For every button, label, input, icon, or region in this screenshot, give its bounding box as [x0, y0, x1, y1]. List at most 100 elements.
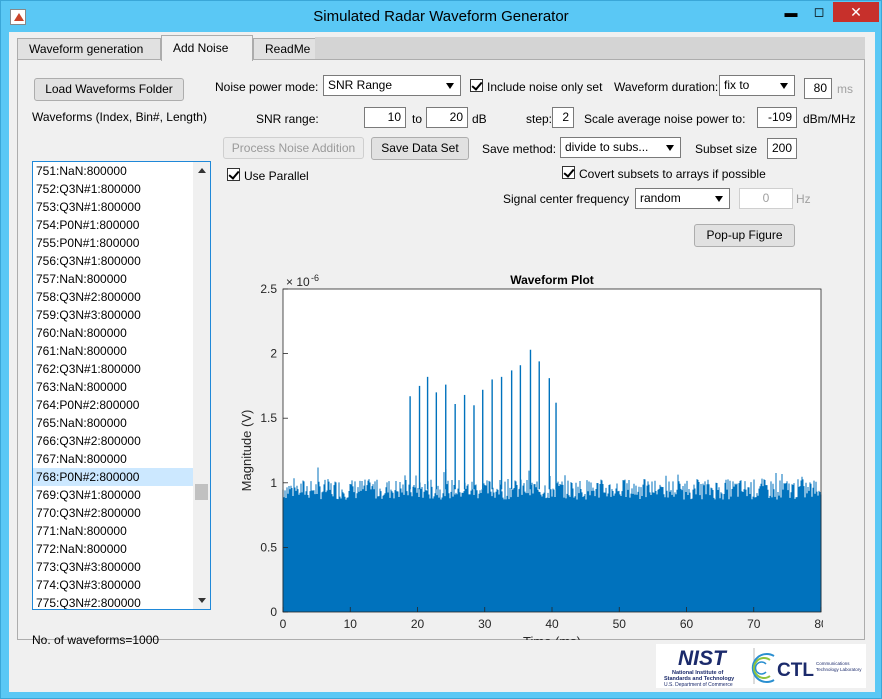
waveform-duration-value: fix to	[724, 78, 750, 92]
y-axis-exponent-power: -6	[311, 273, 319, 283]
snr-to-input[interactable]: 20	[426, 107, 468, 128]
y-tick-label: 0.5	[260, 540, 277, 554]
tab-bar-filler	[315, 37, 865, 59]
waveform-list-item[interactable]: 774:Q3N#3:800000	[33, 576, 193, 594]
noise-power-mode-label: Noise power mode:	[215, 80, 319, 94]
include-noise-only-checkbox[interactable]	[470, 79, 483, 92]
waveform-list-item[interactable]: 765:NaN:800000	[33, 414, 193, 432]
save-data-set-button[interactable]: Save Data Set	[371, 137, 469, 160]
waveform-list-item[interactable]: 768:P0N#2:800000	[33, 468, 193, 486]
waveform-list-item[interactable]: 756:Q3N#1:800000	[33, 252, 193, 270]
waveform-list-item[interactable]: 775:Q3N#2:800000	[33, 594, 193, 609]
tab-readme[interactable]: ReadMe	[253, 38, 323, 60]
x-tick-label: 50	[613, 617, 627, 631]
waveform-duration-select[interactable]: fix to	[719, 75, 795, 96]
chevron-down-icon	[666, 145, 674, 151]
plot-title: Waveform Plot	[510, 273, 594, 287]
use-parallel-label: Use Parallel	[244, 169, 309, 183]
list-scrollbar[interactable]	[193, 162, 210, 609]
waveform-plot: 0 10 20 30 40 50 60 70 80 0 0.5 1 1.5 2 2.5 × 10-6 Wavef…	[239, 273, 823, 640]
waveform-list-item[interactable]: 771:NaN:800000	[33, 522, 193, 540]
scale-unit: dBm/MHz	[803, 112, 856, 126]
center-frequency-label: Signal center frequency	[503, 192, 630, 206]
chevron-down-icon	[780, 83, 788, 89]
nist-logo-icon: NIST National Institute of Standards and…	[664, 647, 862, 688]
waveforms-listbox[interactable]: 751:NaN:800000 752:Q3N#1:800000 753:Q3N#1:…	[32, 161, 211, 610]
scroll-up-arrow-icon[interactable]	[198, 168, 206, 173]
covert-subsets-checkbox[interactable]	[562, 166, 575, 179]
load-waveforms-folder-button[interactable]: Load Waveforms Folder	[34, 78, 184, 101]
y-tick-label: 0	[270, 605, 277, 619]
subset-size-label: Subset size	[695, 142, 758, 156]
client-area: Waveform generation Add Noise ReadMe Loa…	[9, 32, 875, 692]
waveform-list-item[interactable]: 759:Q3N#3:800000	[33, 306, 193, 324]
snr-unit: dB	[472, 112, 487, 126]
noise-power-mode-value: SNR Range	[328, 78, 393, 92]
x-tick-label: 10	[344, 617, 358, 631]
add-noise-panel: Load Waveforms Folder Waveforms (Index, …	[17, 59, 865, 647]
waveform-list-item[interactable]: 764:P0N#2:800000	[33, 396, 193, 414]
y-tick-label: 1	[270, 476, 277, 490]
step-label: step:	[526, 112, 553, 126]
window-title: Simulated Radar Waveform Generator	[313, 8, 569, 25]
x-tick-label: 0	[280, 617, 287, 631]
waveform-list-item[interactable]: 763:NaN:800000	[33, 378, 193, 396]
x-tick-label: 40	[545, 617, 559, 631]
save-method-label: Save method:	[482, 142, 557, 156]
scroll-down-arrow-icon[interactable]	[198, 598, 206, 603]
y-tick-label: 1.5	[260, 411, 277, 425]
x-tick-label: 30	[478, 617, 492, 631]
center-frequency-select[interactable]: random	[635, 188, 730, 209]
center-frequency-value: random	[640, 191, 681, 205]
x-tick-label: 20	[411, 617, 425, 631]
subset-size-input[interactable]: 200	[767, 138, 797, 159]
center-frequency-input[interactable]: 0	[739, 188, 793, 209]
x-tick-label: 80	[814, 617, 823, 631]
y-axis-exponent: × 10	[286, 275, 310, 289]
snr-from-input[interactable]: 10	[364, 107, 406, 128]
app-window: Simulated Radar Waveform Generator ▬ ◻ ✕…	[0, 0, 882, 699]
maximize-button[interactable]: ◻	[805, 2, 833, 22]
noise-power-mode-select[interactable]: SNR Range	[323, 75, 461, 96]
scale-noise-power-input[interactable]: -109	[757, 107, 797, 128]
waveform-list-item[interactable]: 766:Q3N#2:800000	[33, 432, 193, 450]
waveform-list-item[interactable]: 754:P0N#1:800000	[33, 216, 193, 234]
process-noise-addition-button[interactable]: Process Noise Addition	[223, 137, 364, 159]
scroll-thumb[interactable]	[195, 484, 208, 500]
duration-unit: ms	[837, 82, 853, 96]
minimize-button[interactable]: ▬	[777, 2, 805, 22]
save-method-value: divide to subs...	[565, 140, 649, 154]
tab-waveform-generation[interactable]: Waveform generation	[17, 38, 161, 60]
close-button[interactable]: ✕	[833, 2, 879, 22]
duration-input[interactable]: 80	[804, 78, 832, 99]
svg-text:CTL: CTL	[777, 660, 814, 681]
tab-add-noise[interactable]: Add Noise	[161, 35, 253, 61]
waveform-list-item[interactable]: 753:Q3N#1:800000	[33, 198, 193, 216]
chevron-down-icon	[715, 196, 723, 202]
title-bar[interactable]: Simulated Radar Waveform Generator ▬ ◻ ✕	[1, 1, 881, 33]
waveform-list-item[interactable]: 769:Q3N#1:800000	[33, 486, 193, 504]
step-input[interactable]: 2	[552, 107, 574, 128]
waveform-list-item[interactable]: 757:NaN:800000	[33, 270, 193, 288]
waveform-list-item[interactable]: 752:Q3N#1:800000	[33, 180, 193, 198]
waveform-list-item[interactable]: 773:Q3N#3:800000	[33, 558, 193, 576]
waveform-list-item[interactable]: 751:NaN:800000	[33, 162, 193, 180]
popup-figure-button[interactable]: Pop-up Figure	[694, 224, 795, 247]
chevron-down-icon	[446, 83, 454, 89]
waveform-list-item[interactable]: 758:Q3N#2:800000	[33, 288, 193, 306]
waveform-list-item[interactable]: 761:NaN:800000	[33, 342, 193, 360]
waveform-list-item[interactable]: 760:NaN:800000	[33, 324, 193, 342]
waveform-list-item[interactable]: 772:NaN:800000	[33, 540, 193, 558]
waveform-list-item[interactable]: 762:Q3N#1:800000	[33, 360, 193, 378]
svg-text:U.S. Department of Commerce: U.S. Department of Commerce	[664, 682, 733, 688]
snr-range-label: SNR range:	[256, 112, 319, 126]
waveform-list-item[interactable]: 755:P0N#1:800000	[33, 234, 193, 252]
y-tick-label: 2	[270, 347, 277, 361]
use-parallel-checkbox[interactable]	[227, 168, 240, 181]
y-axis-label: Magnitude (V)	[239, 410, 254, 492]
waveform-list-item[interactable]: 770:Q3N#2:800000	[33, 504, 193, 522]
svg-text:Communications: Communications	[816, 661, 850, 666]
waveform-list-item[interactable]: 767:NaN:800000	[33, 450, 193, 468]
x-tick-label: 70	[747, 617, 761, 631]
save-method-select[interactable]: divide to subs...	[560, 137, 681, 158]
